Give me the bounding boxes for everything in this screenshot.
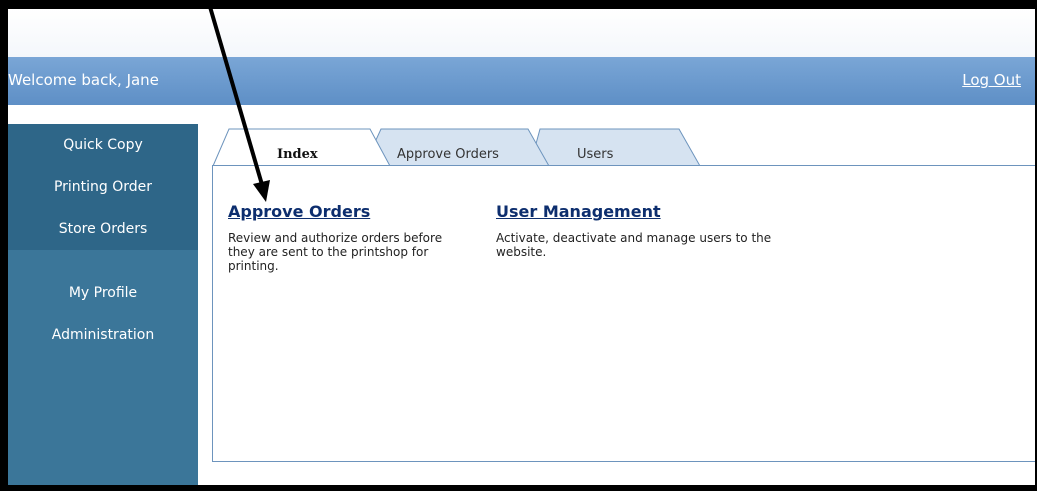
tab-users-shape <box>529 128 701 167</box>
tab-users[interactable]: Users <box>577 147 613 162</box>
sidebar-item-my-profile[interactable]: My Profile <box>8 272 198 314</box>
sidebar-item-printing-order[interactable]: Printing Order <box>8 166 198 208</box>
welcome-text: Welcome back, Jane <box>8 71 159 89</box>
browser-frame: Welcome back, Jane Log Out Quick Copy Pr… <box>8 9 1035 485</box>
logout-link[interactable]: Log Out <box>962 71 1021 89</box>
header-bar: Welcome back, Jane Log Out <box>8 57 1035 105</box>
tab-index[interactable]: Index <box>277 147 318 162</box>
user-management-description: Activate, deactivate and manage users to… <box>496 231 772 259</box>
sidebar-item-administration[interactable]: Administration <box>8 314 198 356</box>
user-management-link[interactable]: User Management <box>496 202 786 221</box>
content-panel: Approve Orders Review and authorize orde… <box>212 165 1035 462</box>
top-band <box>8 9 1035 57</box>
approve-orders-link[interactable]: Approve Orders <box>228 202 468 221</box>
approve-orders-description: Review and authorize orders before they … <box>228 231 443 273</box>
card-user-management: User Management Activate, deactivate and… <box>496 202 786 259</box>
tab-approve-orders[interactable]: Approve Orders <box>397 147 499 162</box>
card-approve-orders: Approve Orders Review and authorize orde… <box>228 202 468 273</box>
sidebar-item-quick-copy[interactable]: Quick Copy <box>8 124 198 166</box>
sidebar-item-store-orders[interactable]: Store Orders <box>8 208 198 250</box>
sidebar: Quick Copy Printing Order Store Orders M… <box>8 124 198 485</box>
